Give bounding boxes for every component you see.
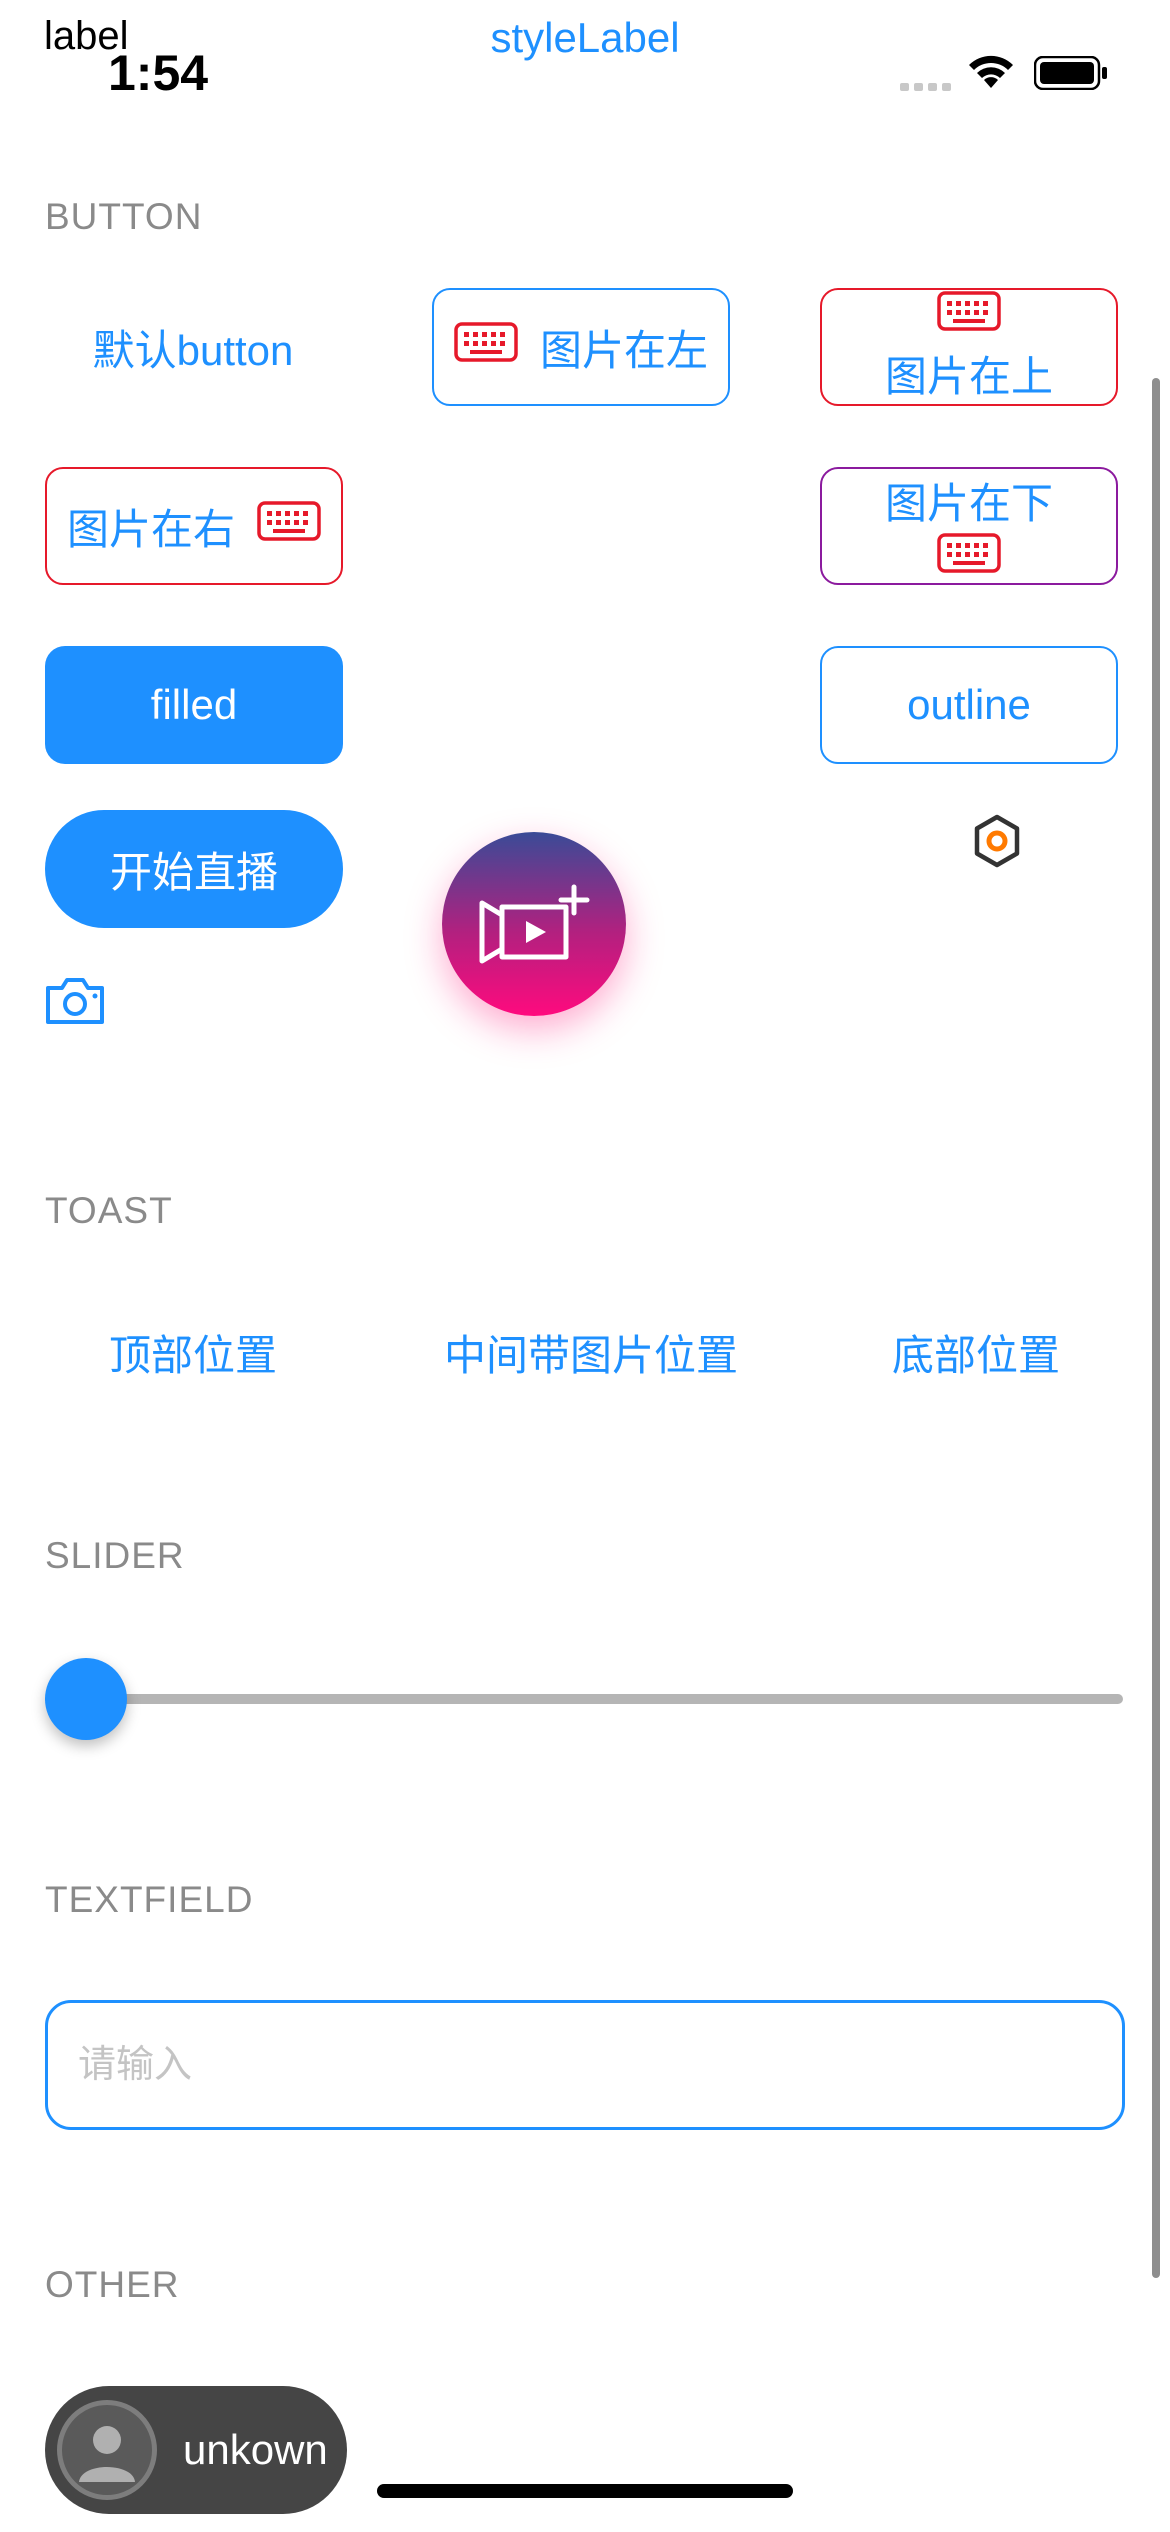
section-title-textfield: TEXTFIELD bbox=[45, 1879, 254, 1920]
image-left-label: 图片在左 bbox=[539, 326, 708, 374]
image-bottom-button[interactable]: 图片在下 bbox=[820, 467, 1118, 585]
image-bottom-label: 图片在下 bbox=[884, 479, 1053, 527]
toast-middle-image-button[interactable]: 中间带图片位置 bbox=[402, 1322, 780, 1383]
default-button[interactable]: 默认button bbox=[45, 288, 341, 406]
user-name: unkown bbox=[183, 2426, 328, 2473]
scroll-indicator bbox=[1152, 378, 1160, 2278]
keyboard-icon bbox=[937, 290, 1001, 341]
battery-icon bbox=[1033, 55, 1108, 95]
toast-top-button[interactable]: 顶部位置 bbox=[45, 1322, 341, 1383]
keyboard-icon bbox=[454, 322, 518, 372]
cellular-icon bbox=[900, 80, 952, 98]
keyboard-icon bbox=[257, 501, 321, 551]
outline-button[interactable]: outline bbox=[820, 646, 1118, 764]
filled-button-label: filled bbox=[150, 681, 238, 728]
filled-button[interactable]: filled bbox=[45, 646, 343, 764]
image-right-button[interactable]: 图片在右 bbox=[45, 467, 343, 585]
section-title-slider: SLIDER bbox=[45, 1535, 185, 1576]
camera-icon[interactable] bbox=[44, 976, 106, 1031]
slider-track[interactable] bbox=[120, 1694, 1123, 1704]
wifi-icon bbox=[966, 52, 1016, 95]
hexagon-settings-icon[interactable] bbox=[972, 813, 1022, 874]
home-indicator bbox=[377, 2484, 793, 2498]
video-add-fab-button[interactable] bbox=[442, 832, 626, 1016]
start-live-button[interactable]: 开始直播 bbox=[45, 810, 343, 928]
start-live-label: 开始直播 bbox=[109, 848, 278, 896]
image-left-button[interactable]: 图片在左 bbox=[432, 288, 730, 406]
outline-button-label: outline bbox=[907, 681, 1031, 728]
image-top-button[interactable]: 图片在上 bbox=[820, 288, 1118, 406]
slider-thumb[interactable] bbox=[45, 1658, 127, 1740]
image-top-label: 图片在上 bbox=[884, 352, 1053, 400]
default-button-label: 默认button bbox=[92, 326, 294, 374]
section-title-other: OTHER bbox=[45, 2264, 180, 2305]
image-right-label: 图片在右 bbox=[66, 505, 235, 553]
video-camera-add-icon bbox=[474, 877, 594, 972]
avatar bbox=[57, 2400, 157, 2500]
text-input[interactable] bbox=[45, 2000, 1125, 2130]
section-title-button: BUTTON bbox=[45, 196, 203, 237]
section-title-toast: TOAST bbox=[45, 1190, 173, 1231]
keyboard-icon bbox=[937, 532, 1001, 583]
user-avatar-icon bbox=[67, 2410, 147, 2495]
user-chip[interactable]: unkown bbox=[45, 2386, 347, 2514]
toast-bottom-button[interactable]: 底部位置 bbox=[828, 1322, 1124, 1383]
